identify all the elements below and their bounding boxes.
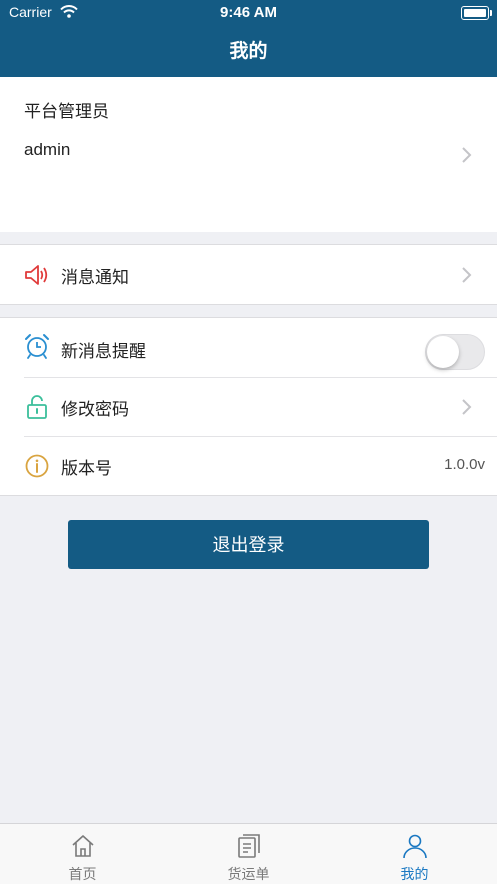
speaker-icon	[25, 265, 48, 285]
menu-item-label: 消息通知	[61, 268, 129, 288]
username: admin	[24, 140, 71, 159]
chevron-right-icon	[462, 147, 472, 163]
tab-home[interactable]: 首页	[0, 824, 165, 884]
tab-label: 货运单	[227, 867, 270, 883]
user-role: 平台管理员	[24, 102, 109, 122]
tab-bar: 首页 货运单 我的	[0, 823, 497, 884]
chevron-right-icon	[462, 399, 472, 415]
tab-label: 首页	[68, 867, 97, 883]
profile-card[interactable]: 平台管理员 admin	[0, 77, 497, 232]
tab-waybill[interactable]: 货运单	[166, 824, 331, 884]
notifications-group: 消息通知	[0, 244, 497, 305]
battery-icon	[461, 6, 492, 20]
document-list-icon	[237, 834, 260, 858]
menu-item-label: 版本号	[61, 459, 112, 479]
home-icon	[71, 835, 94, 857]
menu-item-version: 版本号 1.0.0v	[0, 436, 497, 495]
menu-item-change-password[interactable]: 修改密码	[0, 377, 497, 436]
menu-item-label: 修改密码	[61, 400, 129, 420]
new-message-alert-toggle[interactable]	[425, 334, 485, 370]
navigation-bar: Carrier 9:46 AM 我的	[0, 0, 497, 77]
unlock-icon	[27, 395, 47, 419]
menu-item-new-message-alert: 新消息提醒	[0, 318, 497, 377]
tab-mine[interactable]: 我的	[332, 824, 497, 884]
chevron-right-icon	[462, 267, 472, 283]
user-icon	[402, 834, 427, 859]
version-value: 1.0.0v	[444, 456, 485, 473]
settings-group: 新消息提醒 修改密码 版本号 1.0.0v	[0, 317, 497, 496]
info-icon	[25, 454, 49, 478]
menu-item-label: 新消息提醒	[61, 342, 146, 362]
page-title: 我的	[229, 40, 268, 62]
status-bar: Carrier 9:46 AM	[0, 0, 497, 26]
tab-label: 我的	[400, 867, 429, 883]
status-time: 9:46 AM	[220, 4, 277, 21]
alarm-clock-icon	[25, 334, 49, 359]
logout-button[interactable]: 退出登录	[68, 520, 429, 569]
menu-item-notifications[interactable]: 消息通知	[0, 245, 497, 304]
